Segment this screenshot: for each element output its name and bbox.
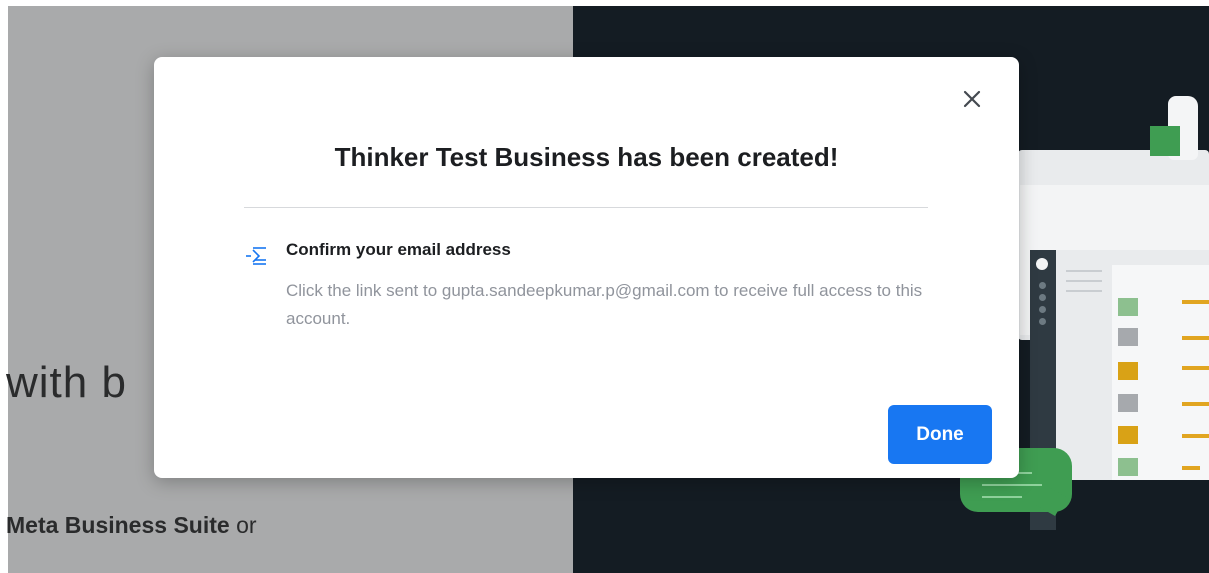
- dialog-divider: [244, 207, 928, 208]
- illustration-text-line: [1066, 270, 1102, 272]
- illustration-dot: [1039, 318, 1046, 325]
- business-created-dialog: Thinker Test Business has been created! …: [154, 57, 1019, 478]
- illustration-dot: [1039, 306, 1046, 313]
- hero-subtext-strong: Meta Business Suite: [6, 512, 230, 538]
- top-edge: [8, 0, 1209, 6]
- dialog-title: Thinker Test Business has been created!: [334, 142, 839, 172]
- illustration-dot: [1039, 282, 1046, 289]
- confirm-email-heading: Confirm your email address: [286, 240, 511, 259]
- email-lines-icon: [246, 247, 266, 265]
- illustration-bar: [1182, 336, 1209, 340]
- left-edge: [0, 0, 8, 573]
- close-icon: [963, 90, 981, 108]
- illustration-bar: [1182, 466, 1200, 470]
- hero-subtext: Meta Business Suite or: [6, 512, 257, 539]
- illustration-dot: [1039, 294, 1046, 301]
- hero-heading-partial: with b: [6, 358, 127, 407]
- thumbs-up-cuff: [1150, 126, 1180, 156]
- illustration-tile-yellow: [1118, 426, 1138, 444]
- illustration-bar: [1182, 300, 1209, 304]
- illustration-text-line: [1066, 290, 1102, 292]
- illustration-bar: [1182, 366, 1209, 370]
- illustration-text-line: [1066, 280, 1102, 282]
- close-button[interactable]: [958, 85, 986, 113]
- done-button[interactable]: Done: [888, 405, 992, 464]
- illustration-tile-yellow: [1118, 362, 1138, 380]
- illustration-bar: [1182, 434, 1209, 438]
- page: with b Meta Business Suite or Thinker Te…: [0, 0, 1209, 573]
- chat-bubble-line: [982, 484, 1042, 486]
- hero-subtext-rest: or: [229, 512, 257, 538]
- illustration-tile-gray: [1118, 328, 1138, 346]
- illustration-avatar-dot: [1036, 258, 1048, 270]
- illustration-tile-green: [1118, 298, 1138, 316]
- illustration-tile-gray: [1118, 394, 1138, 412]
- chat-bubble-line: [982, 496, 1022, 498]
- confirm-email-body: Click the link sent to gupta.sandeepkuma…: [286, 281, 923, 328]
- illustration-bar: [1182, 402, 1209, 406]
- business-dashboard-illustration: [960, 90, 1209, 560]
- illustration-tile-green: [1118, 458, 1138, 476]
